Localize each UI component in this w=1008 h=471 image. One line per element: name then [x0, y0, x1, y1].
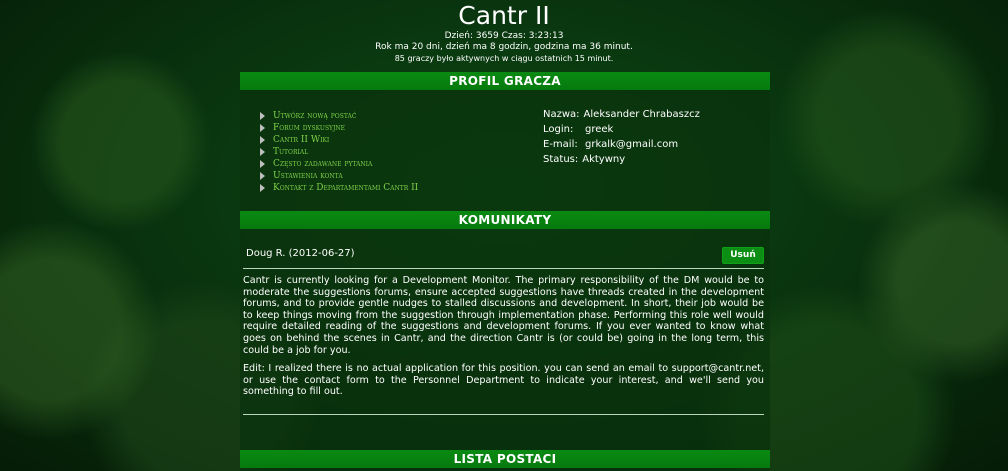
player-menu: Utwórz nową postać Forum dyskusyjne Cant… — [260, 110, 418, 194]
site-title: Cantr II — [458, 1, 550, 30]
section-header-profile: PROFIL GRACZA — [240, 72, 770, 90]
bullet-arrow-icon — [260, 148, 265, 156]
profile-info: Nazwa: Aleksander Chrabaszcz Login: greek … — [543, 107, 700, 167]
menu-item-tutorial[interactable]: Tutorial — [260, 146, 418, 158]
email-label: E-mail: — [543, 139, 578, 150]
status-value: Aktywny — [582, 154, 626, 165]
section-header-messages: KOMUNIKATY — [240, 211, 770, 229]
game-day-time: Dzień: 3659 Czas: 3:23:13 — [444, 31, 564, 41]
name-label: Nazwa: — [543, 109, 580, 120]
message-author: Doug R. (2012-06-27) — [246, 248, 355, 259]
page-header: Cantr II Dzień: 3659 Czas: 3:23:13 Rok m… — [0, 0, 1008, 64]
message-paragraph: Edit: I realized there is no actual appl… — [243, 363, 764, 398]
email-value: grkalk@gmail.com — [585, 139, 679, 150]
bullet-arrow-icon — [260, 112, 265, 120]
login-value: greek — [585, 124, 614, 135]
bullet-arrow-icon — [260, 172, 265, 180]
login-label: Login: — [543, 124, 574, 135]
delete-message-button[interactable]: Usuń — [722, 247, 764, 264]
divider — [243, 414, 764, 415]
menu-item-forum[interactable]: Forum dyskusyjne — [260, 122, 418, 134]
calendar-info: Rok ma 20 dni, dzień ma 8 godzin, godzin… — [375, 42, 633, 52]
bullet-arrow-icon — [260, 124, 265, 132]
bullet-arrow-icon — [260, 184, 265, 192]
message-body: Cantr is currently looking for a Develop… — [243, 275, 764, 405]
menu-item-wiki[interactable]: Cantr II Wiki — [260, 134, 418, 146]
menu-item-contact-departments[interactable]: Kontakt z Departamentami Cantr II — [260, 182, 418, 194]
active-players: 85 graczy było aktywnych w ciągu ostatni… — [394, 54, 614, 63]
message-paragraph: Cantr is currently looking for a Develop… — [243, 275, 764, 356]
menu-item-account-settings[interactable]: Ustawienia konta — [260, 170, 418, 182]
bullet-arrow-icon — [260, 136, 265, 144]
divider — [243, 268, 764, 269]
menu-item-faq[interactable]: Często zadawane pytania — [260, 158, 418, 170]
menu-item-create-character[interactable]: Utwórz nową postać — [260, 110, 418, 122]
name-value: Aleksander Chrabaszcz — [583, 109, 700, 120]
bullet-arrow-icon — [260, 160, 265, 168]
section-header-characters: LISTA POSTACI — [240, 450, 770, 468]
status-label: Status: — [543, 154, 579, 165]
